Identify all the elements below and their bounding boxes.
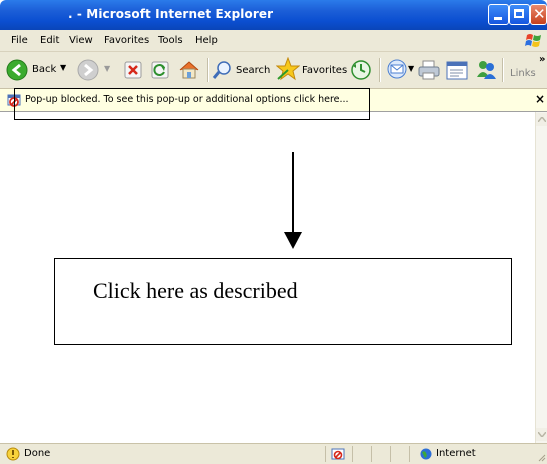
history-icon[interactable] bbox=[350, 59, 372, 81]
back-label: Back bbox=[32, 64, 57, 75]
back-arrow-icon bbox=[6, 59, 28, 81]
menu-edit[interactable]: Edit bbox=[40, 35, 59, 46]
favorites-label: Favorites bbox=[302, 65, 348, 76]
stop-icon[interactable] bbox=[124, 61, 142, 79]
menu-file[interactable]: File bbox=[11, 35, 28, 46]
forward-dropdown-icon: ▼ bbox=[104, 64, 111, 73]
close-icon: ✕ bbox=[533, 5, 546, 23]
toolbar-overflow-icon[interactable]: » bbox=[539, 54, 545, 65]
status-cell bbox=[390, 446, 409, 462]
search-label: Search bbox=[236, 65, 271, 76]
minimize-icon bbox=[494, 17, 502, 20]
search-button[interactable]: Search bbox=[212, 59, 274, 83]
scroll-down-button[interactable] bbox=[536, 428, 547, 441]
annotation-highlight-box bbox=[14, 88, 370, 120]
vertical-scrollbar[interactable] bbox=[535, 112, 547, 443]
popup-blocked-status-icon bbox=[331, 448, 345, 460]
menu-help[interactable]: Help bbox=[195, 35, 218, 46]
done-icon bbox=[6, 447, 20, 461]
home-icon[interactable] bbox=[178, 59, 200, 81]
callout-text: Click here as described bbox=[93, 278, 298, 303]
resize-grip-icon[interactable] bbox=[538, 454, 546, 462]
zone-label: Internet bbox=[436, 448, 476, 459]
menu-bar: File Edit View Favorites Tools Help bbox=[0, 30, 547, 52]
toolbar-separator bbox=[207, 58, 209, 82]
print-icon[interactable] bbox=[418, 60, 440, 80]
close-window-button[interactable]: ✕ bbox=[530, 4, 547, 25]
back-button[interactable]: Back ▼ bbox=[6, 58, 68, 82]
favorites-star-icon bbox=[276, 57, 300, 81]
maximize-button[interactable] bbox=[509, 4, 530, 25]
title-bar[interactable]: . - Microsoft Internet Explorer ✕ bbox=[0, 0, 547, 30]
status-cell bbox=[352, 446, 371, 462]
status-popup-cell[interactable] bbox=[325, 446, 352, 462]
internet-globe-icon bbox=[420, 448, 432, 460]
forward-button[interactable]: ▼ bbox=[77, 59, 113, 83]
annotation-arrow bbox=[284, 152, 302, 249]
toolbar-separator bbox=[379, 58, 381, 82]
scroll-down-icon bbox=[538, 432, 546, 437]
mail-icon bbox=[387, 59, 407, 79]
infobar-close-icon[interactable]: × bbox=[535, 92, 545, 106]
toolbar-separator bbox=[502, 58, 504, 82]
menu-favorites[interactable]: Favorites bbox=[104, 35, 149, 46]
menu-tools[interactable]: Tools bbox=[158, 35, 183, 46]
scroll-up-icon bbox=[538, 117, 546, 122]
favorites-button[interactable]: Favorites bbox=[276, 57, 348, 83]
window-title: . - Microsoft Internet Explorer bbox=[68, 7, 274, 21]
status-bar: Done Internet bbox=[0, 443, 547, 464]
status-zone-cell[interactable]: Internet bbox=[409, 446, 538, 462]
forward-arrow-icon bbox=[77, 59, 99, 81]
menu-view[interactable]: View bbox=[69, 35, 93, 46]
search-icon bbox=[212, 61, 231, 79]
back-dropdown-icon[interactable]: ▼ bbox=[60, 63, 66, 72]
edit-icon[interactable] bbox=[446, 61, 468, 80]
windows-logo-icon bbox=[525, 34, 541, 47]
scroll-up-button[interactable] bbox=[536, 113, 547, 126]
mail-dropdown-icon[interactable]: ▼ bbox=[408, 64, 414, 73]
status-cell bbox=[371, 446, 390, 462]
links-label[interactable]: Links bbox=[510, 68, 536, 79]
refresh-icon[interactable] bbox=[151, 61, 169, 79]
minimize-button[interactable] bbox=[488, 4, 509, 25]
mail-button[interactable]: ▼ bbox=[386, 58, 418, 82]
annotation-callout: Click here as described bbox=[54, 258, 512, 345]
messenger-icon[interactable] bbox=[475, 59, 497, 81]
maximize-icon bbox=[514, 9, 524, 18]
status-text: Done bbox=[24, 448, 51, 459]
standard-toolbar: Back ▼ ▼ Search Favorites ▼ Links » bbox=[0, 52, 547, 89]
